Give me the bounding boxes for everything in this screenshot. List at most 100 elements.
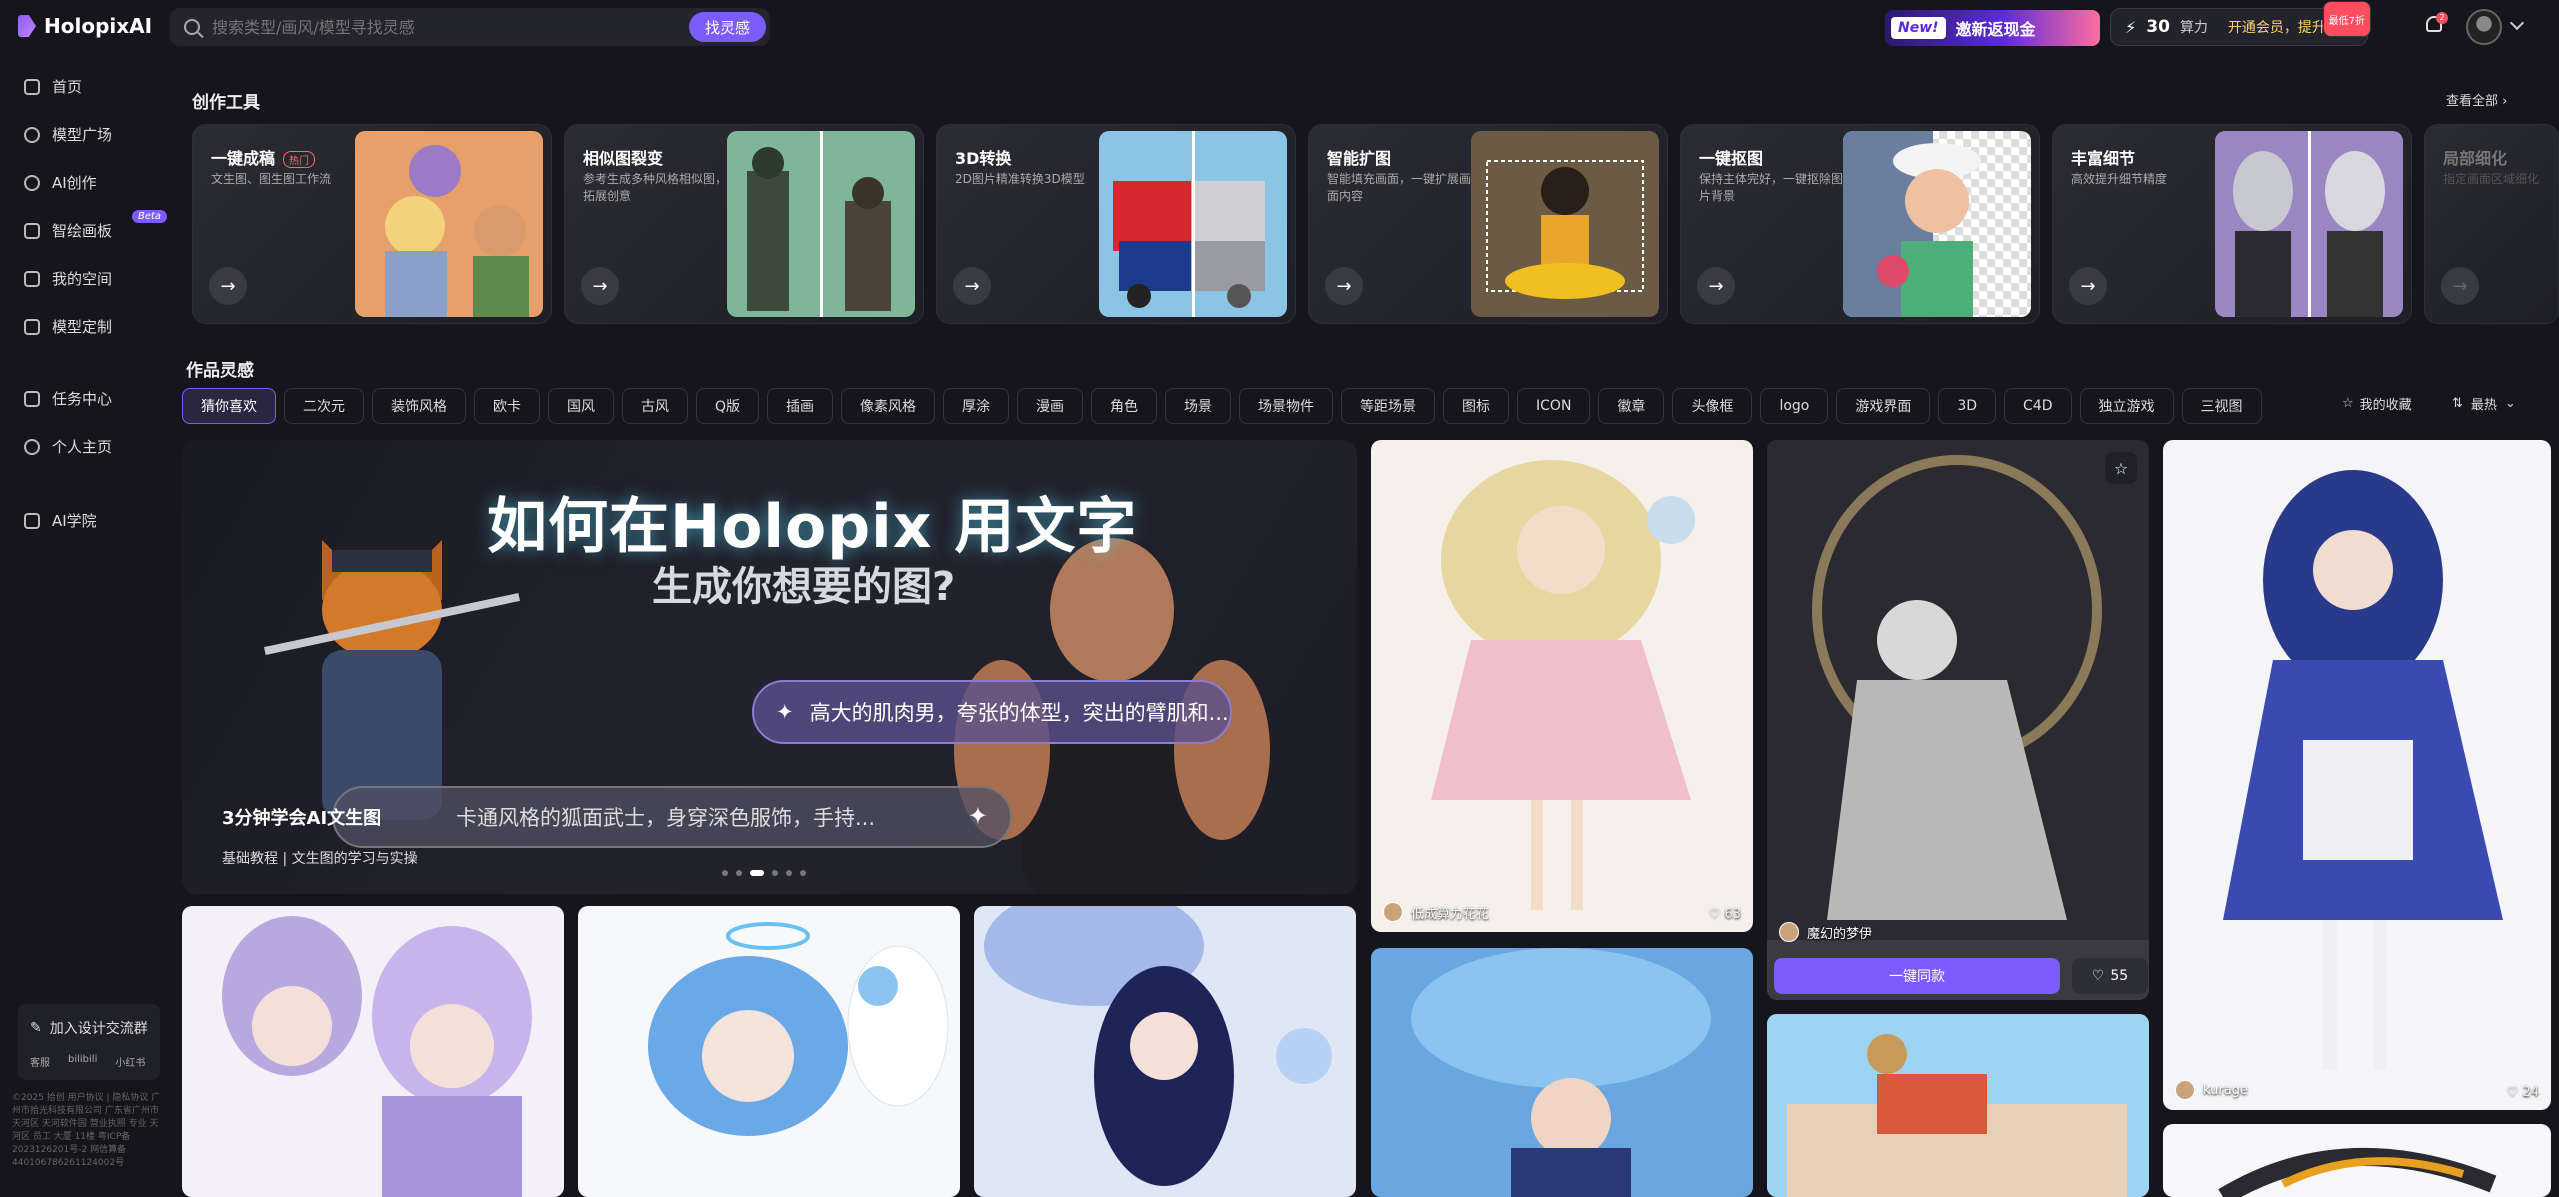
- carousel-dot[interactable]: [786, 870, 792, 876]
- tool-card-detail[interactable]: 丰富细节 高效提升细节精度 →: [2052, 124, 2412, 324]
- sort-dropdown[interactable]: ⇅ 最热 ⌄: [2452, 394, 2516, 413]
- tag-item[interactable]: 猜你喜欢: [182, 388, 276, 424]
- gallery-card[interactable]: [578, 906, 960, 1197]
- carousel-dot[interactable]: [722, 870, 728, 876]
- tag-item[interactable]: 3D: [1938, 388, 1997, 424]
- tag-item[interactable]: 图标: [1443, 388, 1510, 424]
- chevron-down-icon[interactable]: [2509, 15, 2525, 31]
- sidebar-item-label: 智绘画板: [52, 222, 113, 240]
- like-count: ♡ 24: [2506, 1085, 2539, 1100]
- tool-preview-image: [2215, 131, 2403, 317]
- invite-banner[interactable]: New! 邀新返现金: [1885, 10, 2100, 46]
- tag-item[interactable]: ICON: [1517, 388, 1591, 424]
- sidebar-item-model-custom[interactable]: 模型定制: [24, 316, 112, 337]
- sidebar-item-label: AI学院: [52, 512, 97, 530]
- tool-card-one-click[interactable]: 一键成稿 热门 文生图、图生图工作流 →: [192, 124, 552, 324]
- artwork-image: [222, 916, 532, 1197]
- sidebar-item-ai-create[interactable]: AI创作: [24, 172, 97, 193]
- view-all-link[interactable]: 查看全部 ›: [2446, 90, 2507, 109]
- gallery-card[interactable]: kurage ♡ 24: [2163, 440, 2551, 1110]
- arrow-right-icon[interactable]: →: [1697, 267, 1735, 305]
- arrow-right-icon[interactable]: →: [1325, 267, 1363, 305]
- sidebar-item-model-plaza[interactable]: 模型广场: [24, 124, 112, 145]
- invite-text: 邀新返现金: [1955, 20, 2036, 39]
- tool-card-outpaint[interactable]: 智能扩图 智能填充画面，一键扩展画面内容 →: [1308, 124, 1668, 324]
- tag-item[interactable]: 插画: [767, 388, 834, 424]
- arrow-right-icon[interactable]: →: [953, 267, 991, 305]
- gallery-card-selected[interactable]: ☆ 魔幻的梦伊: [1767, 440, 2149, 1000]
- tag-item[interactable]: 场景: [1165, 388, 1232, 424]
- tag-item[interactable]: 装饰风格: [372, 388, 466, 424]
- same-style-button[interactable]: 一键同款: [1774, 958, 2060, 994]
- author-name: 低成算力花花: [1411, 906, 1490, 922]
- tool-card-3d[interactable]: 3D转换 2D图片精准转换3D模型 →: [936, 124, 1296, 324]
- gallery-card[interactable]: [1767, 1014, 2149, 1197]
- tag-item[interactable]: 二次元: [284, 388, 364, 424]
- gallery-card[interactable]: [2163, 1124, 2551, 1197]
- tutorial-banner[interactable]: 如何在Holopix 用文字 生成你想要的图? ✦ 高大的肌肉男，夸张的体型，突…: [182, 440, 1357, 894]
- gallery-card[interactable]: 低成算力花花 ♡ 63: [1371, 440, 1753, 932]
- tag-item[interactable]: 像素风格: [841, 388, 936, 424]
- tool-card-cutout[interactable]: 一键抠图 保持主体完好，一键抠除图片背景 →: [1680, 124, 2040, 324]
- tag-item[interactable]: 等距场景: [1341, 388, 1436, 424]
- tag-item[interactable]: C4D: [2004, 388, 2072, 424]
- search-input[interactable]: [212, 17, 652, 37]
- sidebar-item-profile[interactable]: 个人主页: [24, 436, 112, 457]
- carousel-dot-active[interactable]: [750, 870, 764, 876]
- tag-item[interactable]: 漫画: [1017, 388, 1084, 424]
- sidebar-item-label: AI创作: [52, 174, 97, 192]
- tag-item[interactable]: 古风: [622, 388, 688, 424]
- my-favorites-button[interactable]: ☆ 我的收藏: [2342, 394, 2412, 413]
- tag-item[interactable]: logo: [1760, 388, 1829, 424]
- carousel-dot[interactable]: [800, 870, 806, 876]
- tools-section-title: 创作工具: [192, 93, 260, 113]
- carousel-dot[interactable]: [772, 870, 778, 876]
- tool-title: 局部细化: [2443, 149, 2508, 168]
- sidebar-item-home[interactable]: 首页: [24, 76, 82, 97]
- tag-item[interactable]: 角色: [1091, 388, 1158, 424]
- gallery-card[interactable]: [1371, 948, 1753, 1197]
- compute-power-panel[interactable]: ⚡ 30 算力 开通会员，提升算力 最低7折: [2110, 1, 2371, 46]
- banner-subhead: 生成你想要的图?: [652, 564, 956, 610]
- logo[interactable]: HolopixAI: [18, 14, 152, 38]
- tool-card-similar[interactable]: 相似图裂变 参考生成多种风格相似图，拓展创意 →: [564, 124, 924, 324]
- tag-item[interactable]: 游戏界面: [1836, 388, 1931, 424]
- tag-item[interactable]: 徽章: [1598, 388, 1665, 424]
- arrow-right-icon[interactable]: →: [581, 267, 619, 305]
- community-panel[interactable]: ✎ 加入设计交流群 客服 bilibili 小红书: [18, 1004, 160, 1080]
- tag-item[interactable]: Q版: [696, 388, 760, 424]
- xiaohongshu-icon[interactable]: 小红书: [115, 1054, 145, 1069]
- star-icon[interactable]: ☆: [2105, 452, 2137, 484]
- sidebar-item-smart-board[interactable]: 智绘画板 Beta: [24, 210, 168, 241]
- tool-card-local-refine[interactable]: 局部细化 指定画面区域细化 →: [2424, 124, 2559, 324]
- tag-item[interactable]: 欧卡: [474, 388, 540, 424]
- sidebar-item-label: 模型定制: [52, 318, 113, 336]
- sidebar-item-my-space[interactable]: 我的空间: [24, 268, 112, 289]
- user-avatar[interactable]: [2466, 9, 2502, 45]
- notification-button[interactable]: 2: [2422, 12, 2448, 40]
- like-button[interactable]: ♡ 55: [2072, 958, 2148, 994]
- logo-icon: [18, 15, 36, 37]
- tag-item[interactable]: 独立游戏: [2079, 388, 2174, 424]
- banner-headline: 如何在Holopix 用文字: [487, 492, 1138, 562]
- arrow-right-icon[interactable]: →: [2069, 267, 2107, 305]
- arrow-right-icon[interactable]: →: [2441, 267, 2479, 305]
- find-inspiration-button[interactable]: 找灵感: [688, 12, 766, 42]
- tag-item[interactable]: 国风: [548, 388, 614, 424]
- sidebar-item-ai-academy[interactable]: AI学院: [24, 510, 97, 531]
- tool-description: 文生图、图生图工作流: [211, 172, 332, 186]
- artwork-image: [1767, 440, 2149, 940]
- tag-item[interactable]: 头像框: [1672, 388, 1753, 424]
- headset-icon[interactable]: 客服: [30, 1054, 50, 1069]
- tag-item[interactable]: 三视图: [2181, 388, 2262, 424]
- tag-item[interactable]: 场景物件: [1239, 388, 1334, 424]
- tag-item[interactable]: 厚涂: [943, 388, 1010, 424]
- carousel-dot[interactable]: [736, 870, 742, 876]
- arrow-right-icon[interactable]: →: [209, 267, 247, 305]
- bilibili-icon[interactable]: bilibili: [68, 1054, 97, 1069]
- gallery-card[interactable]: [974, 906, 1356, 1197]
- sort-icon: ⇅: [2452, 396, 2463, 411]
- view-all-label: 查看全部: [2446, 94, 2499, 109]
- sidebar-item-task-center[interactable]: 任务中心: [24, 388, 112, 409]
- gallery-card[interactable]: [182, 906, 564, 1197]
